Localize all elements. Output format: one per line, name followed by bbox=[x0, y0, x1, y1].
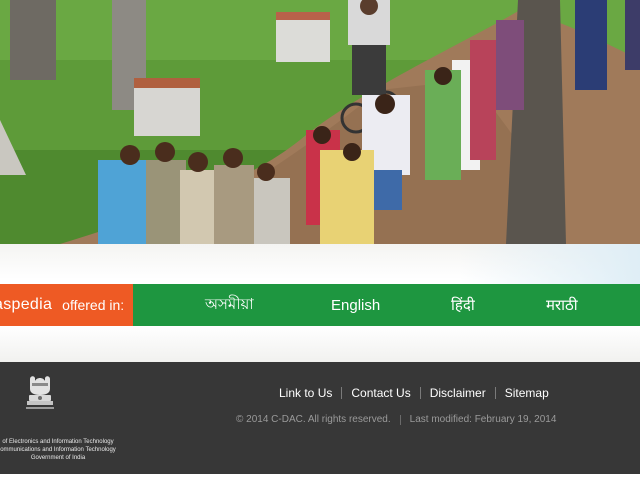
footer-links: Link to Us Contact Us Disclaimer Sitemap bbox=[270, 386, 558, 400]
brand-offered-in-box: aspedia offered in: bbox=[0, 284, 133, 326]
hero-photo bbox=[0, 0, 640, 244]
sitemap-link[interactable]: Sitemap bbox=[496, 386, 558, 400]
government-of-india: Government of India bbox=[30, 455, 86, 461]
disclaimer-link[interactable]: Disclaimer bbox=[421, 386, 495, 400]
language-link-assamese[interactable]: অসমীয়া bbox=[205, 293, 254, 318]
link-to-us[interactable]: Link to Us bbox=[270, 386, 341, 400]
national-emblem-icon bbox=[26, 376, 54, 409]
village-children-walking-photo bbox=[0, 0, 640, 244]
language-link-marathi[interactable]: मराठी bbox=[546, 295, 578, 315]
language-bar: অসমীয়া English हिंदी मराठी bbox=[133, 284, 640, 326]
ministry-line-2: ommunications and Information Technology bbox=[0, 447, 116, 453]
language-link-hindi[interactable]: हिंदी bbox=[451, 295, 475, 315]
language-link-english[interactable]: English bbox=[331, 297, 380, 314]
last-modified-text: Last modified: February 19, 2014 bbox=[409, 414, 557, 425]
contact-us-link[interactable]: Contact Us bbox=[342, 386, 419, 400]
copyright-divider bbox=[399, 414, 401, 425]
copyright-line: © 2014 C-DAC. All rights reserved. Last … bbox=[236, 414, 556, 425]
copyright-text: © 2014 C-DAC. All rights reserved. bbox=[236, 414, 391, 425]
page: aspedia offered in: অসমীয়া English हिंद… bbox=[0, 0, 640, 480]
offered-in-label: offered in: bbox=[62, 297, 125, 313]
brand-name: aspedia bbox=[0, 296, 53, 313]
ministry-text: of Electronics and Information Technolog… bbox=[0, 438, 120, 462]
page-bottom-strip bbox=[0, 474, 640, 480]
ministry-line-1: of Electronics and Information Technolog… bbox=[2, 439, 114, 445]
